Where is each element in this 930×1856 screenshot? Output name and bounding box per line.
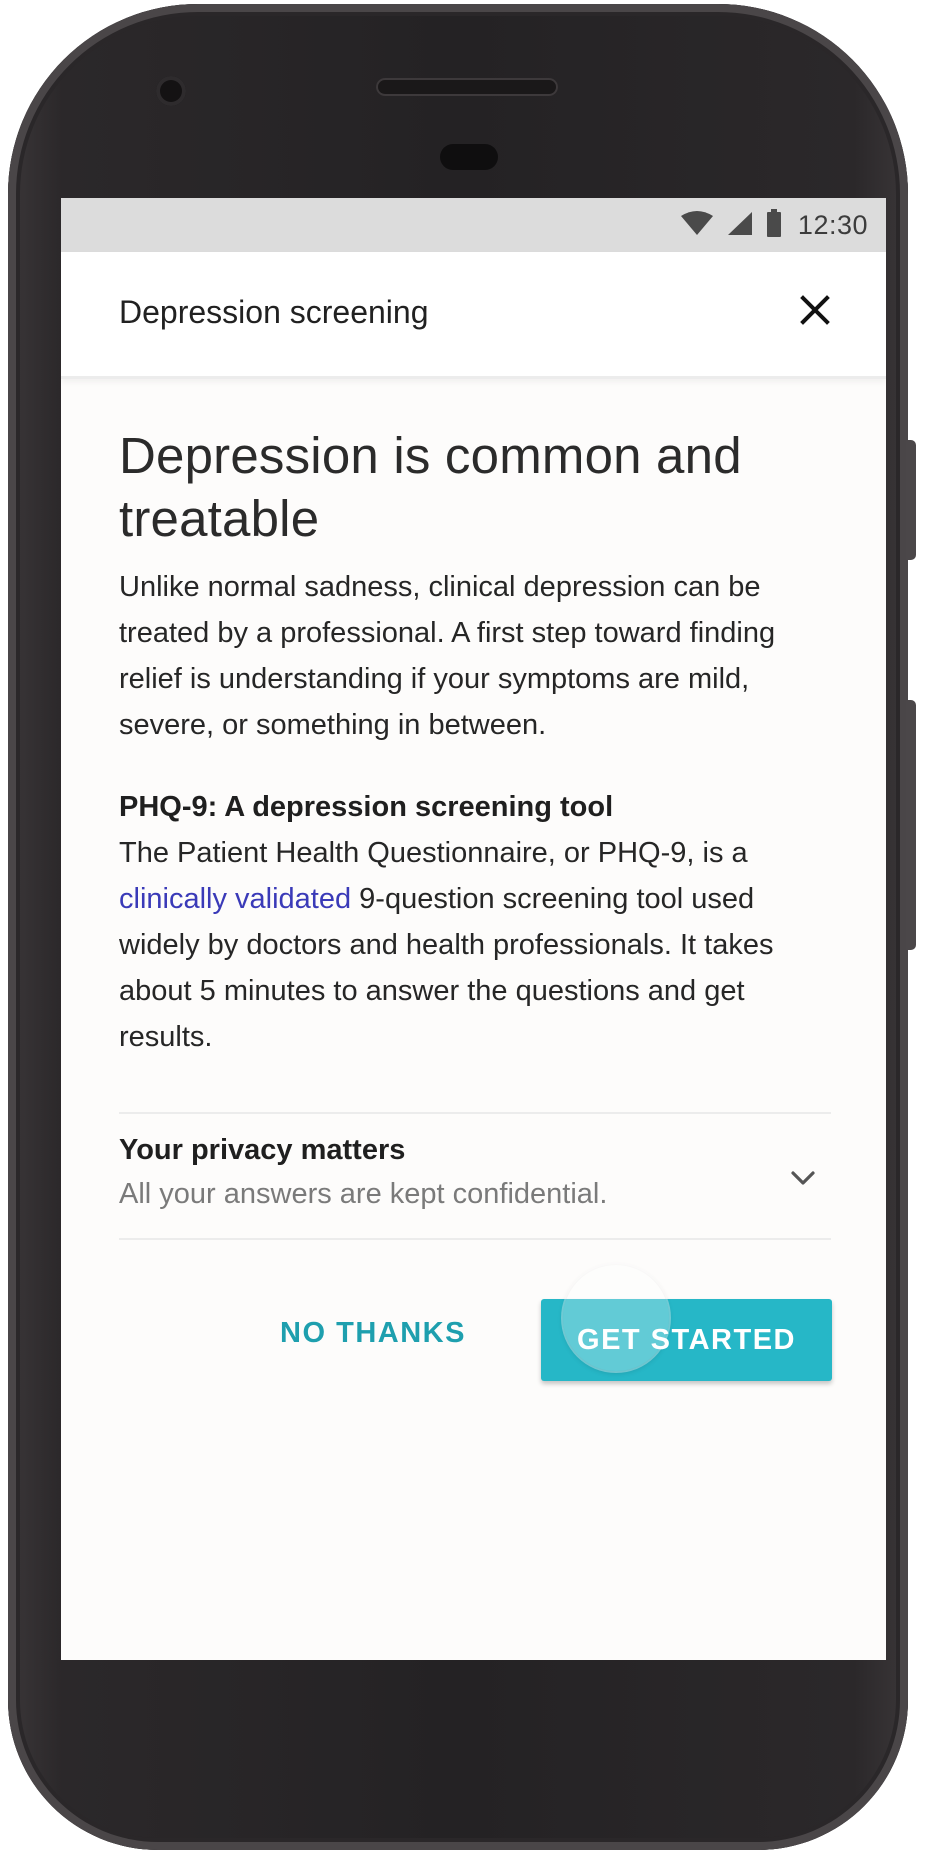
wifi-icon xyxy=(680,210,714,241)
close-icon xyxy=(800,294,830,330)
close-button[interactable] xyxy=(789,286,841,338)
app-bar-title: Depression screening xyxy=(119,294,429,330)
get-started-label: GET STARTED xyxy=(577,1323,796,1356)
phone-frame: 12:30 Depression screening Depression is… xyxy=(8,4,908,1850)
earpiece-speaker xyxy=(376,78,558,96)
phq-body-lead: The Patient Health Questionnaire, or PHQ… xyxy=(119,837,748,869)
proximity-sensor xyxy=(440,144,498,170)
phq-body: The Patient Health Questionnaire, or PHQ… xyxy=(119,830,839,1060)
privacy-title: Your privacy matters xyxy=(119,1134,406,1166)
status-icons: 12:30 xyxy=(680,198,868,252)
phq-title: PHQ-9: A depression screening tool xyxy=(119,791,614,823)
no-thanks-button[interactable]: NO THANKS xyxy=(273,1304,473,1362)
battery-icon xyxy=(766,208,782,242)
get-started-button[interactable]: GET STARTED xyxy=(541,1265,832,1381)
volume-rocker xyxy=(906,700,916,950)
clinically-validated-link[interactable]: clinically validated xyxy=(119,883,351,915)
privacy-subtitle: All your answers are kept confidential. xyxy=(119,1178,608,1210)
chevron-down-icon[interactable] xyxy=(785,1160,821,1196)
front-camera xyxy=(156,76,186,106)
content: Depression is common and treatable Unlik… xyxy=(119,424,839,1060)
power-button xyxy=(906,440,916,560)
screen: 12:30 Depression screening Depression is… xyxy=(61,198,886,1660)
headline: Depression is common and treatable xyxy=(119,427,742,547)
cell-signal-icon xyxy=(726,210,754,241)
status-time: 12:30 xyxy=(797,209,868,240)
status-bar: 12:30 xyxy=(61,198,886,252)
privacy-expander[interactable]: Your privacy matters All your answers ar… xyxy=(119,1112,831,1240)
app-bar: Depression screening xyxy=(61,252,886,379)
intro-text: Unlike normal sadness, clinical depressi… xyxy=(119,571,776,741)
